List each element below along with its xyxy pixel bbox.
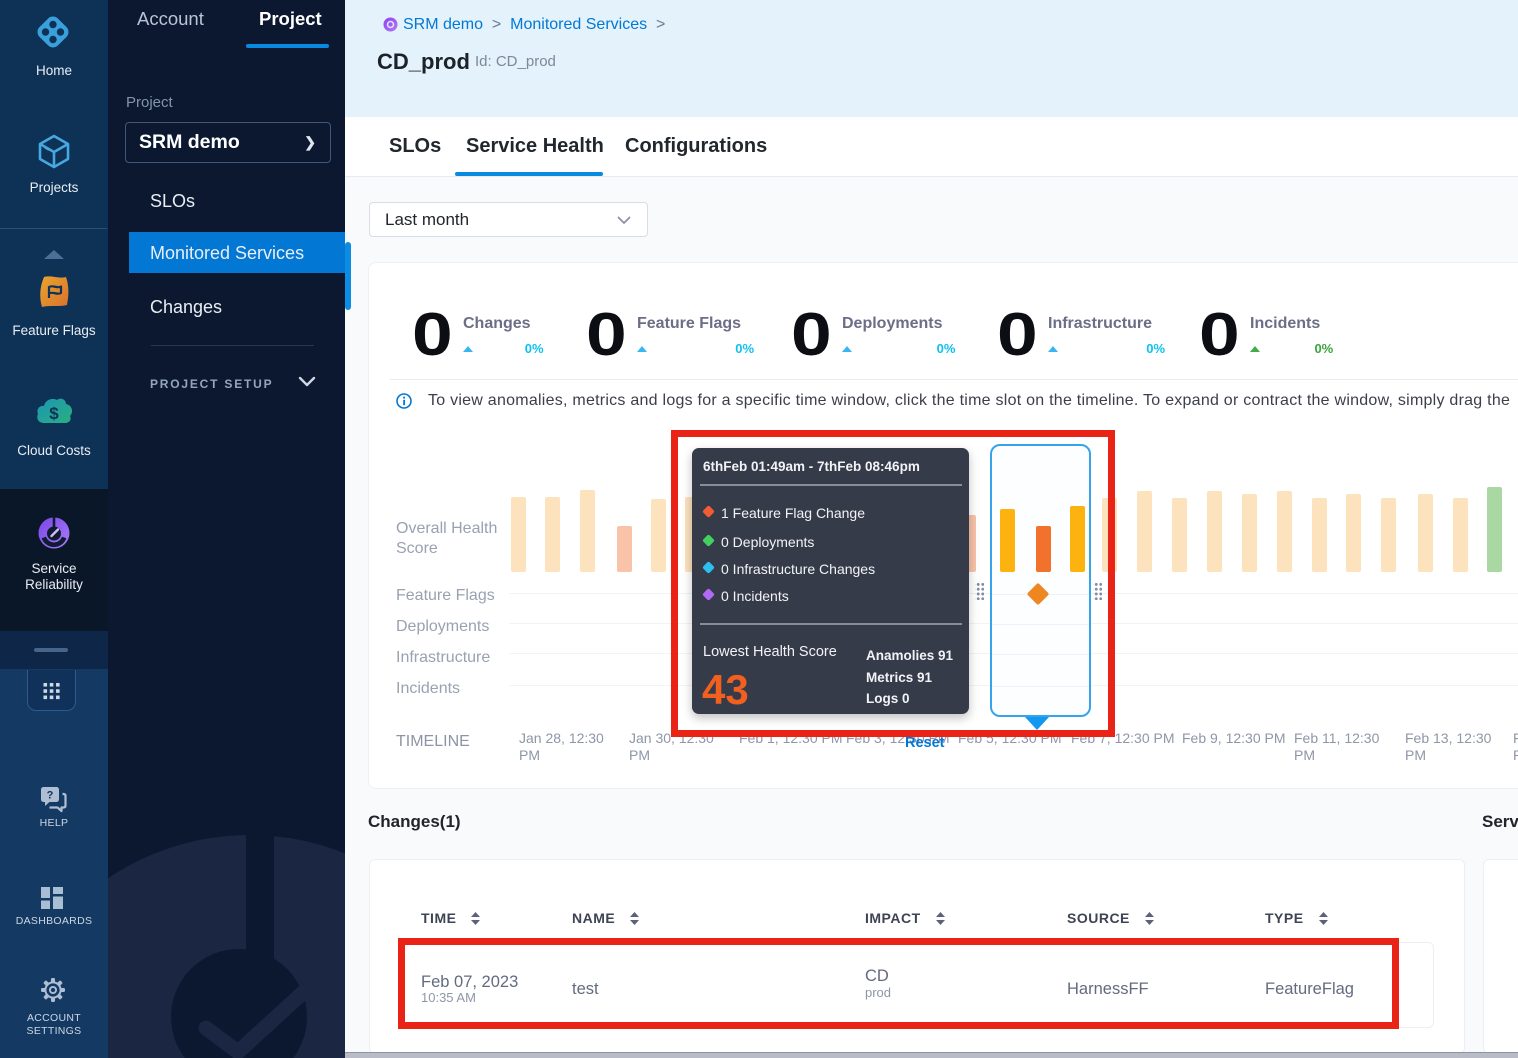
svg-text:$: $ [49, 404, 59, 423]
svg-text:?: ? [47, 790, 54, 802]
